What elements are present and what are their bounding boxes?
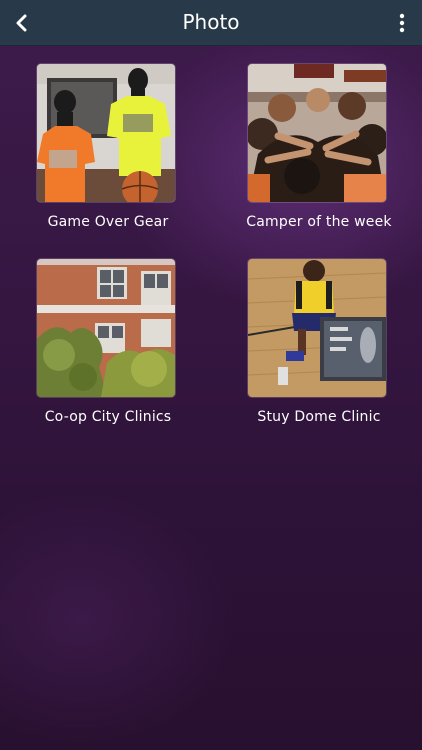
gallery-tile-game-over-gear[interactable]: Game Over Gear <box>23 64 193 239</box>
overflow-menu-button[interactable] <box>390 8 414 38</box>
photo-thumbnail <box>248 259 386 397</box>
photo-thumbnail <box>37 64 175 202</box>
gallery-thumbnail[interactable] <box>37 259 175 397</box>
gallery-caption: Co-op City Clinics <box>44 409 172 425</box>
photo-thumbnail <box>37 259 175 397</box>
gallery-caption: Camper of the week <box>246 214 392 230</box>
gallery-thumbnail[interactable] <box>248 259 386 397</box>
gallery-thumbnail[interactable] <box>248 64 386 202</box>
photo-thumbnail <box>248 64 386 202</box>
more-vertical-icon <box>399 13 405 33</box>
gallery-thumbnail[interactable] <box>37 64 175 202</box>
gallery-tile-stuy-dome-clinic[interactable]: Stuy Dome Clinic <box>234 259 404 434</box>
gallery-caption: Game Over Gear <box>47 214 169 230</box>
gallery-tile-co-op-city-clinics[interactable]: Co-op City Clinics <box>23 259 193 434</box>
app-header: Photo <box>0 0 422 46</box>
gallery-tile-camper-of-the-week[interactable]: Camper of the week <box>234 64 404 239</box>
gallery-caption: Stuy Dome Clinic <box>257 409 381 425</box>
page-title: Photo <box>182 10 240 34</box>
